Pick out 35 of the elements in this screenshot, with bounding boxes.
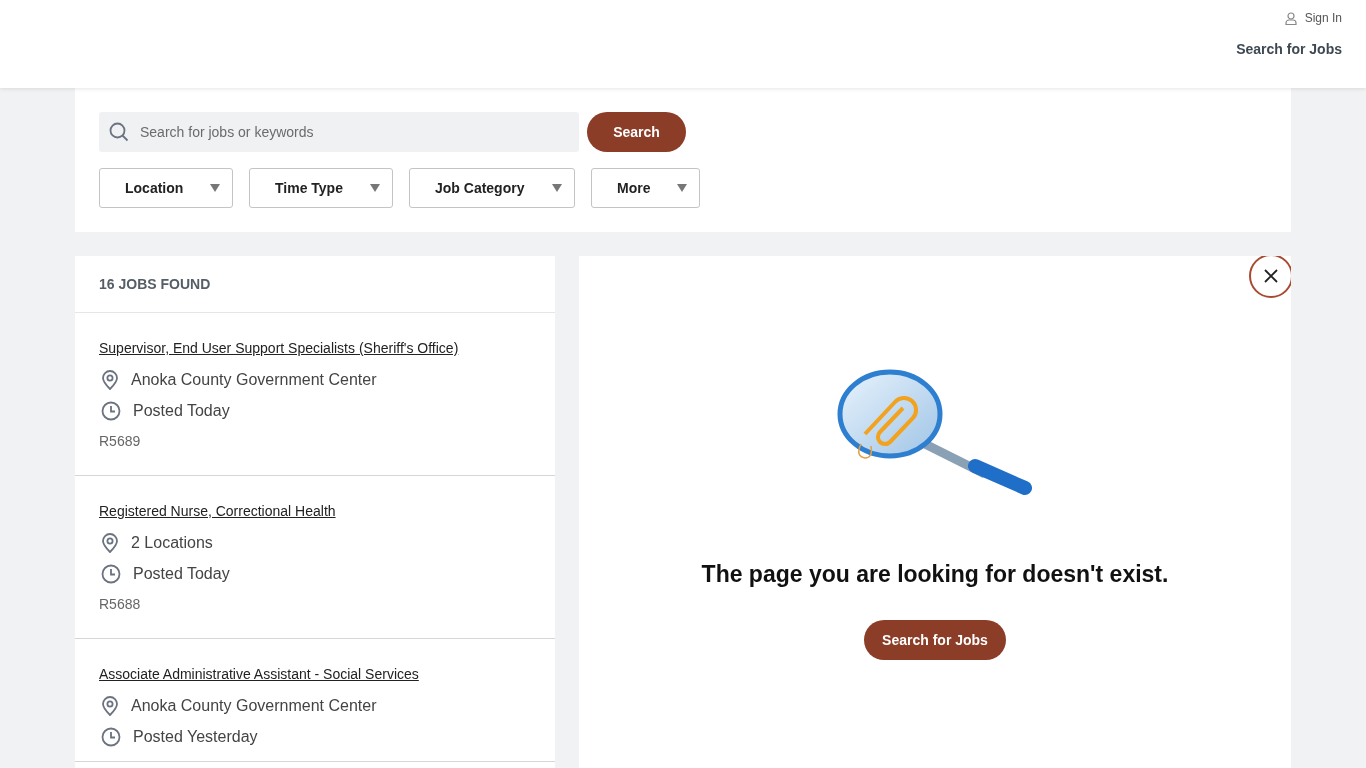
- close-icon: [1264, 269, 1278, 283]
- job-location: Anoka County Government Center: [131, 697, 377, 715]
- clock-icon: [101, 727, 121, 747]
- close-button[interactable]: [1249, 256, 1291, 298]
- caret-icon: [370, 184, 380, 192]
- job-posted-date: Posted Yesterday: [133, 728, 258, 746]
- filter-dropdown[interactable]: Location: [99, 168, 233, 208]
- results-count: 16 JOBS FOUND: [75, 256, 555, 313]
- search-for-jobs-button[interactable]: Search for Jobs: [864, 620, 1006, 660]
- job-posted-date: Posted Today: [133, 402, 230, 420]
- clock-icon: [101, 564, 121, 584]
- job-location: Anoka County Government Center: [131, 371, 377, 389]
- location-pin-icon: [101, 370, 119, 390]
- user-icon: [1284, 11, 1297, 25]
- job-title-link[interactable]: Supervisor, End User Support Specialists (Sheriff's Office): [99, 340, 459, 356]
- filter-dropdown[interactable]: Time Type: [249, 168, 393, 208]
- job-title-link[interactable]: Associate Administrative Assistant - Social Services: [99, 666, 419, 682]
- search-field[interactable]: Search for jobs or keywords: [99, 112, 579, 152]
- location-pin-icon: [101, 533, 119, 553]
- sign-in-link[interactable]: Sign In: [1284, 11, 1342, 25]
- location-pin-icon: [101, 696, 119, 716]
- caret-icon: [210, 184, 220, 192]
- job-id: R5689: [99, 433, 142, 451]
- clock-icon: [101, 401, 121, 421]
- job-location: 2 Locations: [131, 534, 213, 552]
- caret-icon: [552, 184, 562, 192]
- job-title-link[interactable]: Registered Nurse, Correctional Health: [99, 503, 336, 519]
- caret-icon: [677, 184, 687, 192]
- job-posted-date: Posted Today: [133, 565, 230, 583]
- filter-dropdown[interactable]: Job Category: [409, 168, 575, 208]
- error-message: The page you are looking for doesn't exist.: [701, 561, 1169, 588]
- search-for-jobs-link[interactable]: Search for Jobs: [1236, 41, 1342, 57]
- filter-dropdown[interactable]: More: [591, 168, 700, 208]
- search-button[interactable]: Search: [587, 112, 686, 152]
- job-id: R5688: [99, 596, 142, 614]
